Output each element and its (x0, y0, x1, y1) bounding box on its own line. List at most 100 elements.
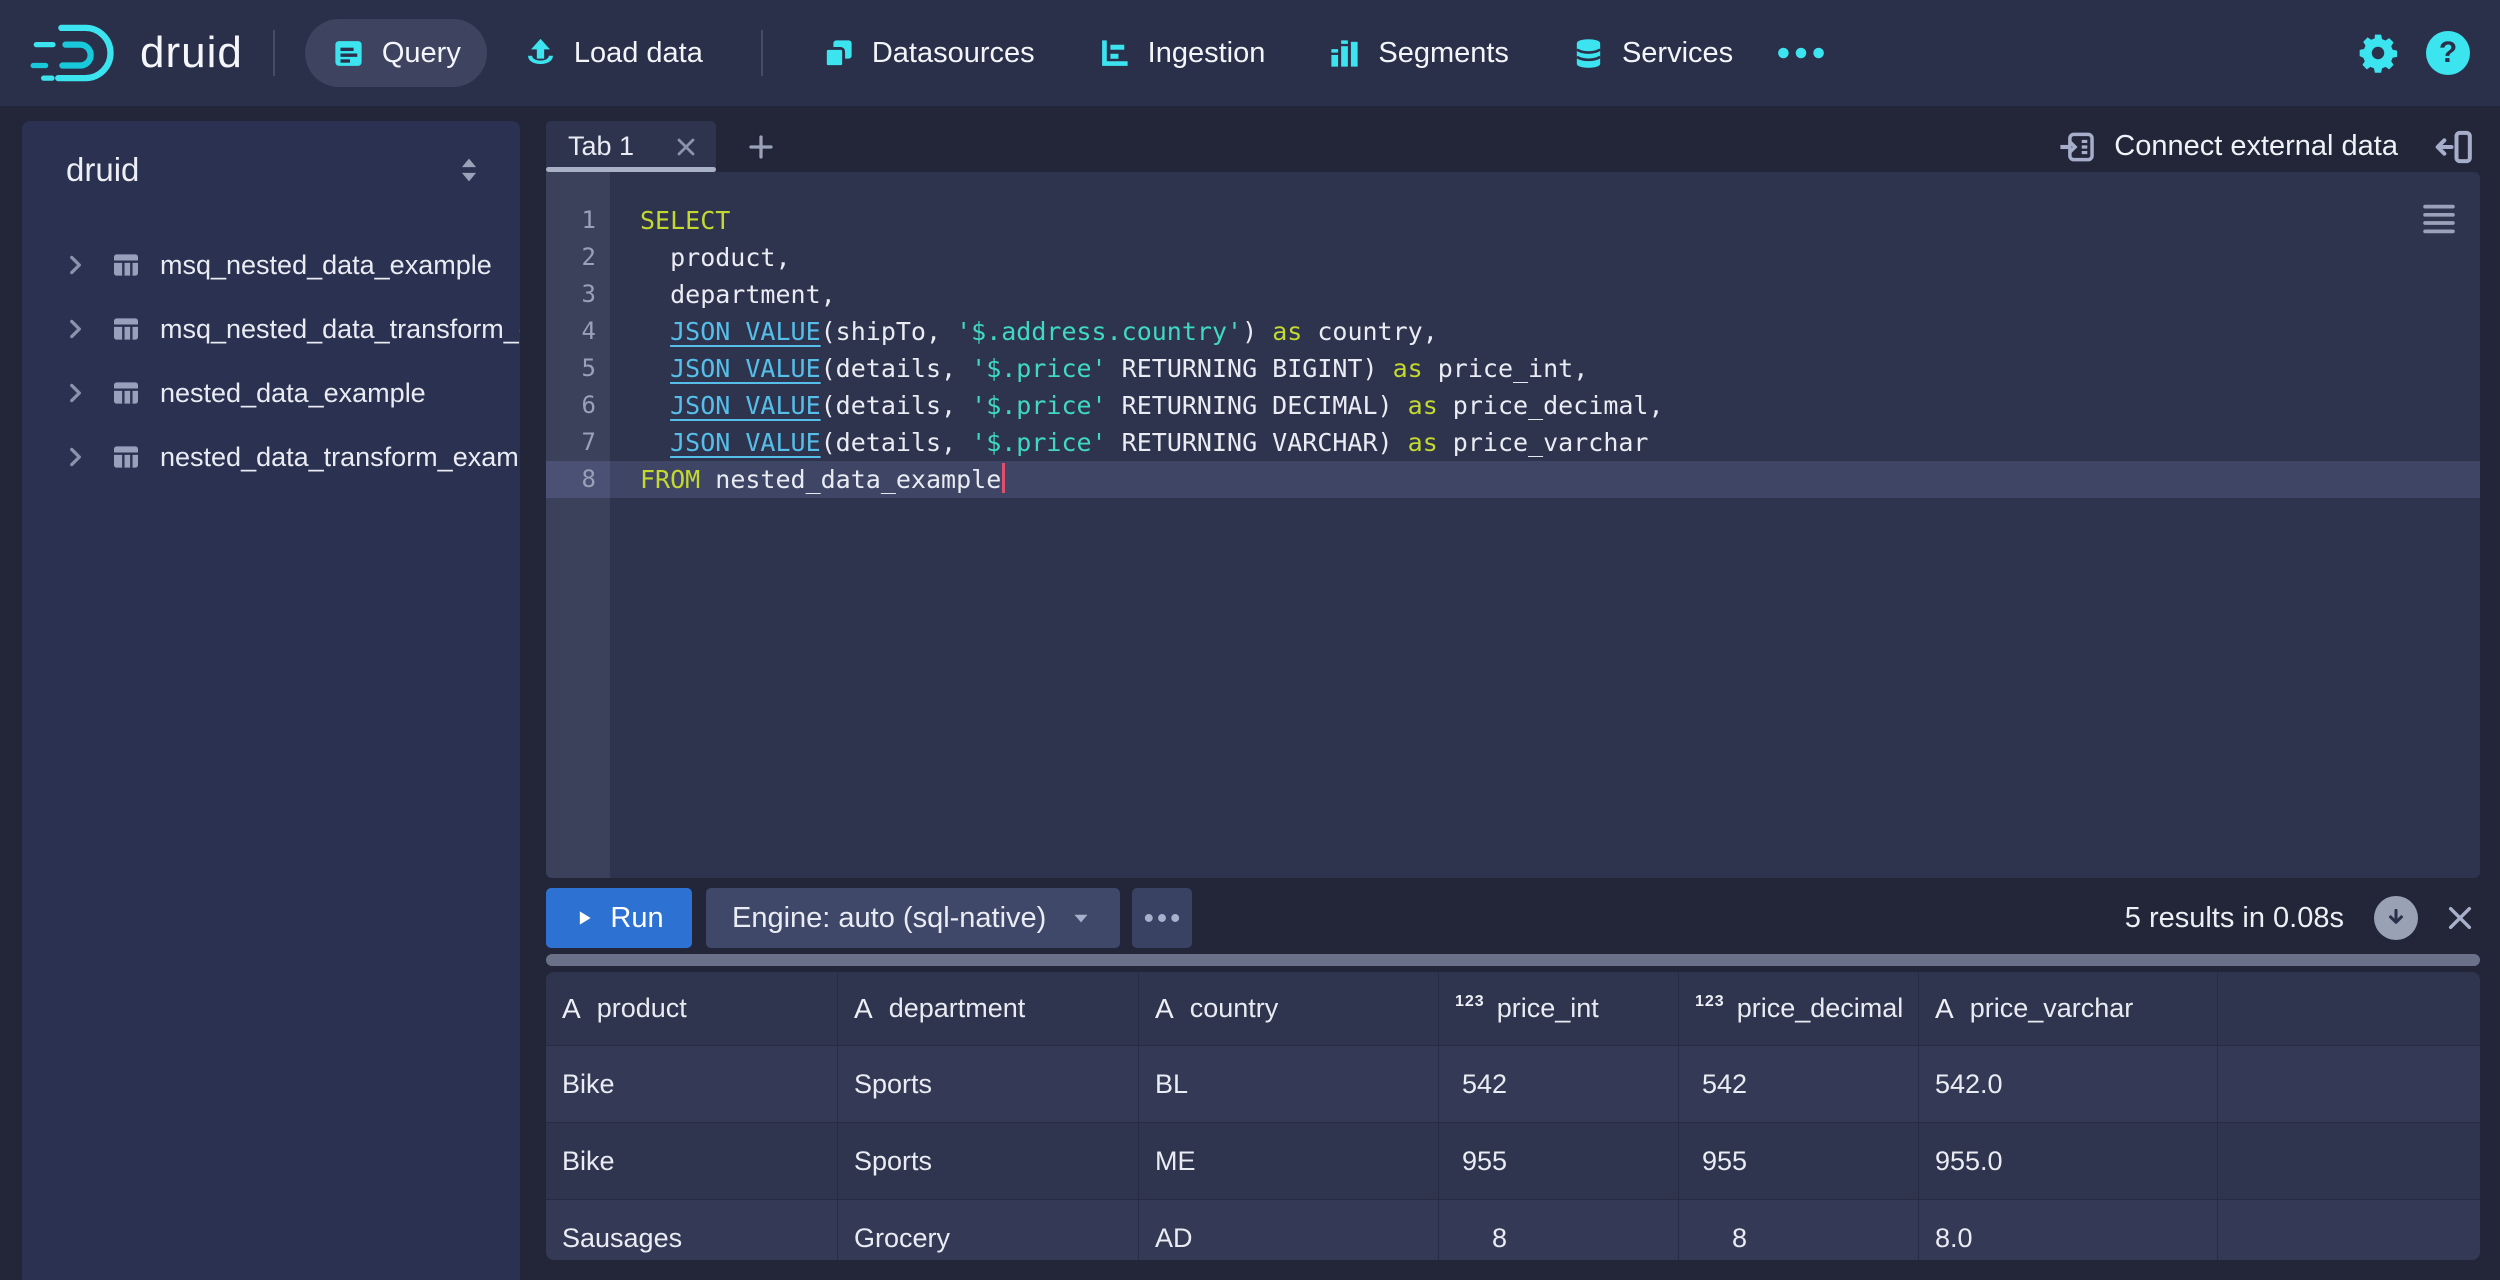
services-icon (1571, 36, 1606, 71)
hamburger-icon (2420, 202, 2458, 236)
schema-title: druid (66, 151, 139, 189)
sidebar-item-msq_nested_data_example[interactable]: msq_nested_data_example (22, 233, 520, 297)
console-icon (331, 36, 366, 71)
column-header-price_varchar[interactable]: Aprice_varchar (1919, 972, 2218, 1045)
connect-external-data-button[interactable]: Connect external data (2058, 128, 2398, 166)
cell-price_int[interactable]: 8 (1439, 1200, 1679, 1260)
more-menu-button[interactable] (1759, 19, 1843, 87)
collapse-panel-button[interactable] (2434, 127, 2474, 167)
nav-divider (761, 30, 763, 76)
sql-code: 1SELECT2 product,3 department,4 JSON_VAL… (546, 172, 2480, 498)
download-results-button[interactable] (2374, 896, 2418, 940)
nav-menu: QueryLoad data DatasourcesIngestionSegmen… (305, 19, 1759, 87)
column-header-country[interactable]: Acountry (1139, 972, 1439, 1045)
nav-item-query[interactable]: Query (305, 19, 487, 87)
tab-tab1[interactable]: Tab 1 (546, 121, 716, 172)
cell-price_int[interactable]: 542 (1439, 1046, 1679, 1122)
upload-icon (523, 36, 558, 71)
cell-product[interactable]: Bike (546, 1123, 838, 1199)
code-line-7: 7 JSON_VALUE(details, '$.price' RETURNIN… (546, 424, 2480, 461)
more-icon (1777, 46, 1825, 60)
cell-price_int[interactable]: 955 (1439, 1123, 1679, 1199)
sidebar-item-msq_nested_data_transform_ex[interactable]: msq_nested_data_transform_ex (22, 297, 520, 361)
text-cursor (1002, 463, 1005, 493)
cell-country[interactable]: ME (1139, 1123, 1439, 1199)
code-text: FROM nested_data_example (610, 461, 1005, 498)
table-row-1: BikeSportsBL542542542.0 (546, 1046, 2480, 1123)
cell-price_varchar[interactable]: 542.0 (1919, 1046, 2218, 1122)
column-header-price_int[interactable]: 123price_int (1439, 972, 1679, 1045)
editor-menu-button[interactable] (2420, 202, 2458, 236)
results-table-body: BikeSportsBL542542542.0BikeSportsME95595… (546, 1046, 2480, 1260)
column-name: department (889, 993, 1026, 1024)
chevron-right-icon[interactable] (62, 252, 88, 278)
engine-label: Engine: auto (sql-native) (732, 902, 1046, 935)
cell-country[interactable]: AD (1139, 1200, 1439, 1260)
column-header-price_decimal[interactable]: 123price_decimal (1679, 972, 1919, 1045)
engine-select[interactable]: Engine: auto (sql-native) (706, 888, 1120, 948)
code-text: SELECT (610, 202, 730, 239)
results-summary: 5 results in 0.08s (2125, 902, 2344, 935)
code-text: product, (610, 239, 791, 276)
help-icon: ? (2426, 31, 2470, 75)
download-icon (2383, 905, 2409, 931)
help-button[interactable]: ? (2426, 31, 2470, 75)
cell-price_decimal[interactable]: 8 (1679, 1200, 1919, 1260)
line-number: 6 (546, 387, 610, 424)
column-name: country (1190, 993, 1279, 1024)
query-more-button[interactable] (1132, 888, 1192, 948)
datasource-name: nested_data_example (160, 378, 426, 409)
tab-close-button[interactable] (674, 135, 698, 159)
chevron-right-icon[interactable] (62, 444, 88, 470)
numeric-type-icon: 123 (1695, 993, 1725, 1011)
cell-price_decimal[interactable]: 955 (1679, 1123, 1919, 1199)
nav-right-actions: ? (2356, 31, 2470, 75)
chevron-right-icon[interactable] (62, 316, 88, 342)
close-results-button[interactable] (2444, 902, 2476, 934)
code-line-5: 5 JSON_VALUE(details, '$.price' RETURNIN… (546, 350, 2480, 387)
column-header-product[interactable]: Aproduct (546, 972, 838, 1045)
code-line-3: 3 department, (546, 276, 2480, 313)
cell-price_varchar[interactable]: 955.0 (1919, 1123, 2218, 1199)
gear-icon (2356, 31, 2400, 75)
line-number: 8 (546, 461, 610, 498)
schema-sort-button[interactable] (452, 153, 486, 187)
tab-bar: Tab 1 (546, 121, 2480, 172)
code-line-1: 1SELECT (546, 202, 2480, 239)
cell-product[interactable]: Bike (546, 1046, 838, 1122)
cell-country[interactable]: BL (1139, 1046, 1439, 1122)
nav-divider (273, 30, 275, 76)
druid-logo-link[interactable]: druid (30, 19, 243, 87)
table-icon (110, 441, 142, 473)
panel-collapse-icon (2434, 127, 2474, 167)
nav-item-segments[interactable]: Segments (1301, 19, 1535, 87)
run-button[interactable]: Run (546, 888, 692, 948)
schema-sidebar: druid msq_nested_data_examplemsq_nested_… (22, 121, 520, 1280)
line-number: 7 (546, 424, 610, 461)
sidebar-item-nested_data_transform_exampl[interactable]: nested_data_transform_exampl (22, 425, 520, 489)
chevron-right-icon[interactable] (62, 380, 88, 406)
column-header-department[interactable]: Adepartment (838, 972, 1139, 1045)
line-number: 4 (546, 313, 610, 350)
add-tab-icon (746, 132, 776, 162)
cell-price_decimal[interactable]: 542 (1679, 1046, 1919, 1122)
nav-item-services[interactable]: Services (1545, 19, 1759, 87)
datasources-icon (821, 36, 856, 71)
cell-department[interactable]: Grocery (838, 1200, 1139, 1260)
nav-item-ingestion[interactable]: Ingestion (1071, 19, 1292, 87)
nav-item-datasources[interactable]: Datasources (795, 19, 1061, 87)
cell-product[interactable]: Sausages (546, 1200, 838, 1260)
add-tab-button[interactable] (746, 132, 776, 162)
settings-button[interactable] (2356, 31, 2400, 75)
results-splitter[interactable] (546, 954, 2480, 966)
sql-editor[interactable]: 1SELECT2 product,3 department,4 JSON_VAL… (546, 172, 2480, 878)
table-row-3: SausagesGroceryAD888.0 (546, 1200, 2480, 1260)
string-type-icon: A (562, 993, 581, 1025)
nav-item-label: Services (1622, 37, 1733, 70)
cell-department[interactable]: Sports (838, 1046, 1139, 1122)
sidebar-item-nested_data_example[interactable]: nested_data_example (22, 361, 520, 425)
cell-empty (2218, 1200, 2479, 1260)
nav-item-load-data[interactable]: Load data (497, 19, 729, 87)
cell-price_varchar[interactable]: 8.0 (1919, 1200, 2218, 1260)
cell-department[interactable]: Sports (838, 1123, 1139, 1199)
